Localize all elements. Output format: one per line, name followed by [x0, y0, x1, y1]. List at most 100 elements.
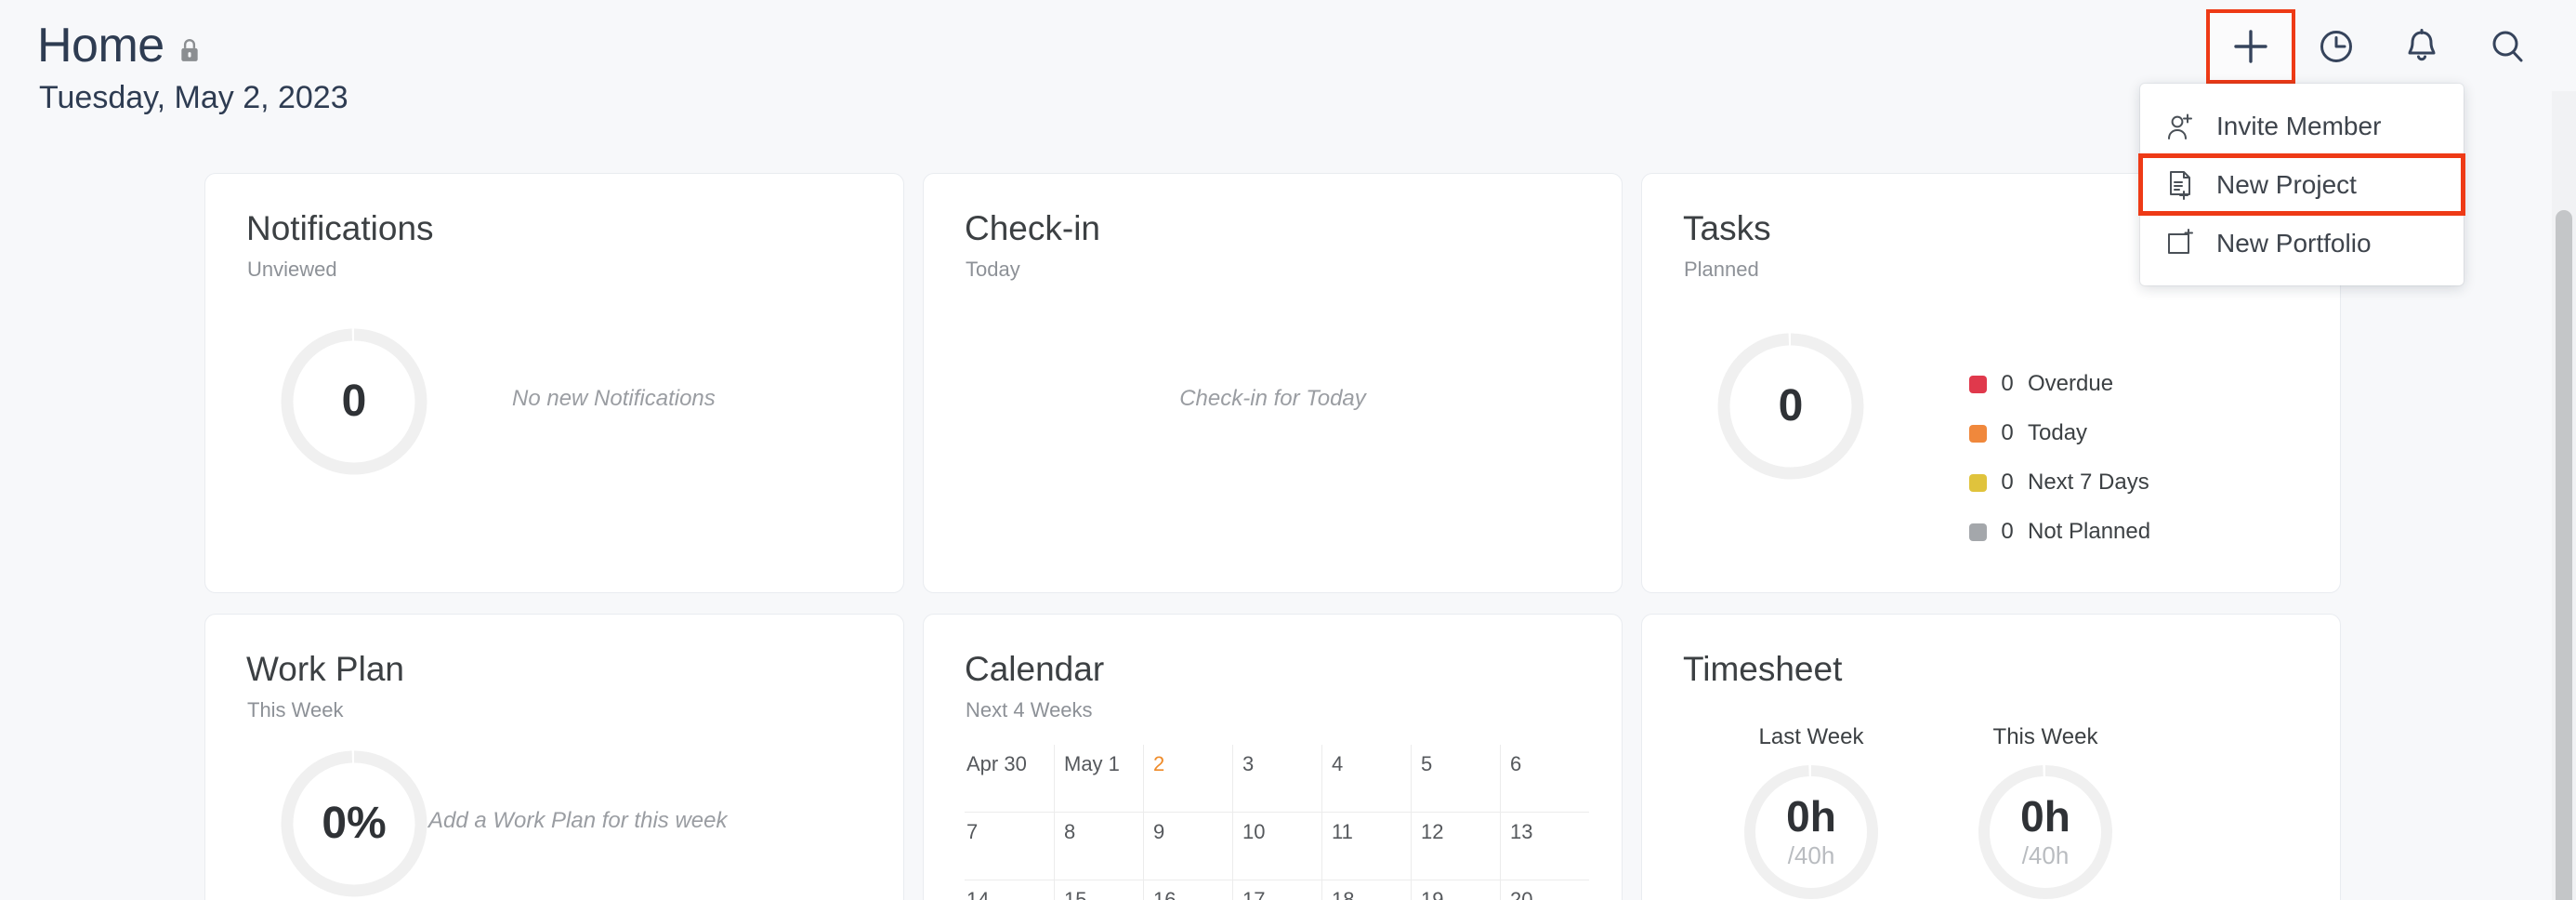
- legend-count: 0: [2001, 470, 2014, 495]
- card-subtitle: Today: [966, 258, 1020, 281]
- page-title: Home: [37, 19, 164, 73]
- legend-count: 0: [2001, 519, 2014, 544]
- bell-icon: [2408, 29, 2436, 61]
- card-subtitle: Next 4 Weeks: [966, 698, 1093, 721]
- calendar-day[interactable]: May 1: [1054, 745, 1143, 812]
- legend-count: 0: [2001, 420, 2014, 445]
- legend-label: Next 7 Days: [2028, 470, 2149, 495]
- card-notifications[interactable]: Notifications Unviewed 0 No new Notifica…: [204, 173, 904, 593]
- calendar-day[interactable]: 19: [1411, 880, 1500, 900]
- card-calendar[interactable]: Calendar Next 4 Weeks Apr 30 May 1 2 3 4…: [923, 614, 1623, 900]
- calendar-day[interactable]: 6: [1500, 745, 1589, 812]
- legend-label: Not Planned: [2028, 519, 2151, 544]
- legend-swatch-overdue: [1969, 375, 1987, 393]
- calendar-grid: Apr 30 May 1 2 3 4 5 6 7 8 9 10 11 12 13…: [965, 745, 1589, 900]
- document-plus-icon: [2170, 170, 2190, 200]
- tasks-legend: 0 Overdue 0 Today 0 Next 7 Days 0 Not Pl…: [1969, 371, 2150, 545]
- calendar-day[interactable]: 13: [1500, 813, 1589, 880]
- calendar-day[interactable]: 7: [965, 813, 1054, 880]
- card-title: Notifications: [246, 209, 434, 247]
- add-button[interactable]: [2206, 9, 2295, 84]
- calendar-day[interactable]: 9: [1143, 813, 1232, 880]
- calendar-day[interactable]: 15: [1054, 880, 1143, 900]
- calendar-day[interactable]: 12: [1411, 813, 1500, 880]
- dashboard-grid: Notifications Unviewed 0 No new Notifica…: [204, 173, 2342, 900]
- notifications-empty-note: No new Notifications: [512, 386, 716, 411]
- menu-item-invite-member[interactable]: Invite Member: [2140, 97, 2464, 155]
- card-title: Tasks: [1683, 209, 1771, 247]
- calendar-day[interactable]: Apr 30: [965, 745, 1054, 812]
- calendar-day[interactable]: 16: [1143, 880, 1232, 900]
- legend-swatch-today: [1969, 424, 1987, 443]
- timesheet-label: This Week: [1992, 724, 2098, 749]
- menu-item-new-project[interactable]: New Project: [2138, 153, 2465, 216]
- notifications-count: 0: [341, 377, 367, 426]
- card-subtitle: Unviewed: [247, 258, 337, 281]
- menu-item-label: Invite Member: [2216, 111, 2382, 140]
- legend-label: Today: [2028, 420, 2088, 445]
- timesheet-columns: Last Week 0h /40h This Week 0h /40h: [1742, 724, 2114, 900]
- workplan-percent: 0%: [322, 799, 387, 848]
- notifications-donut: 0: [280, 327, 428, 476]
- legend-item-overdue[interactable]: 0 Overdue: [1969, 371, 2150, 397]
- timesheet-hours: 0h: [1786, 791, 1836, 840]
- calendar-day[interactable]: 14: [965, 880, 1054, 900]
- legend-count: 0: [2001, 371, 2014, 396]
- checkin-empty-note: Check-in for Today: [1179, 386, 1366, 411]
- tasks-donut: 0: [1716, 332, 1865, 481]
- calendar-day[interactable]: 18: [1321, 880, 1411, 900]
- legend-swatch-not-planned: [1969, 523, 1987, 541]
- folder-plus-icon: [2168, 228, 2193, 254]
- timesheet-target: /40h: [1787, 840, 1835, 869]
- timesheet-target: /40h: [2021, 840, 2070, 869]
- search-icon: [2492, 31, 2523, 62]
- user-plus-icon: [2168, 113, 2192, 139]
- lock-icon: [181, 39, 198, 62]
- search-button[interactable]: [2464, 11, 2550, 82]
- legend-item-not-planned[interactable]: 0 Not Planned: [1969, 519, 2150, 545]
- calendar-day[interactable]: 8: [1054, 813, 1143, 880]
- tasks-count: 0: [1778, 381, 1804, 430]
- menu-item-label: New Project: [2216, 169, 2357, 199]
- dashboard-row-1: Notifications Unviewed 0 No new Notifica…: [204, 173, 2342, 593]
- calendar-day-today[interactable]: 2: [1143, 745, 1232, 812]
- menu-item-new-portfolio[interactable]: New Portfolio: [2140, 214, 2464, 272]
- calendar-day[interactable]: 20: [1500, 880, 1589, 900]
- calendar-day[interactable]: 11: [1321, 813, 1411, 880]
- legend-item-today[interactable]: 0 Today: [1969, 420, 2150, 446]
- calendar-week: Apr 30 May 1 2 3 4 5 6: [965, 745, 1589, 813]
- card-title: Timesheet: [1683, 650, 1843, 688]
- vertical-scrollbar-thumb[interactable]: [2556, 210, 2572, 900]
- home-dashboard: Home Tuesday, May 2, 2023 Invite Member …: [0, 0, 2576, 900]
- card-title: Calendar: [965, 650, 1105, 688]
- recents-button[interactable]: [2293, 11, 2379, 82]
- timesheet-hours: 0h: [2020, 791, 2070, 840]
- legend-swatch-next-7-days: [1969, 473, 1987, 492]
- card-title: Work Plan: [246, 650, 404, 688]
- calendar-day[interactable]: 10: [1232, 813, 1321, 880]
- timesheet-this-week: This Week 0h /40h: [1977, 724, 2114, 900]
- notifications-button[interactable]: [2379, 11, 2464, 82]
- vertical-scrollbar-track[interactable]: [2552, 91, 2576, 900]
- card-timesheet[interactable]: Timesheet Last Week 0h /40h This Week 0h…: [1641, 614, 2341, 900]
- calendar-day[interactable]: 3: [1232, 745, 1321, 812]
- calendar-week: 14 15 16 17 18 19 20: [965, 880, 1589, 900]
- clock-icon: [2320, 31, 2352, 62]
- calendar-day[interactable]: 17: [1232, 880, 1321, 900]
- card-subtitle: This Week: [247, 698, 344, 721]
- card-title: Check-in: [965, 209, 1100, 247]
- title-row: Home: [37, 20, 202, 72]
- plus-icon: [2234, 30, 2267, 63]
- calendar-day[interactable]: 5: [1411, 745, 1500, 812]
- dashboard-row-2: Work Plan This Week 0% Add a Work Plan f…: [204, 614, 2342, 900]
- card-subtitle: Planned: [1684, 258, 1759, 281]
- page-date: Tuesday, May 2, 2023: [39, 80, 348, 115]
- calendar-day[interactable]: 4: [1321, 745, 1411, 812]
- header-actions: [2206, 9, 2550, 84]
- card-work-plan[interactable]: Work Plan This Week 0% Add a Work Plan f…: [204, 614, 904, 900]
- workplan-empty-note: Add a Work Plan for this week: [428, 808, 728, 833]
- legend-item-next-7-days[interactable]: 0 Next 7 Days: [1969, 470, 2150, 496]
- legend-label: Overdue: [2028, 371, 2114, 396]
- card-checkin[interactable]: Check-in Today Check-in for Today: [923, 173, 1623, 593]
- workplan-donut: 0%: [280, 749, 428, 898]
